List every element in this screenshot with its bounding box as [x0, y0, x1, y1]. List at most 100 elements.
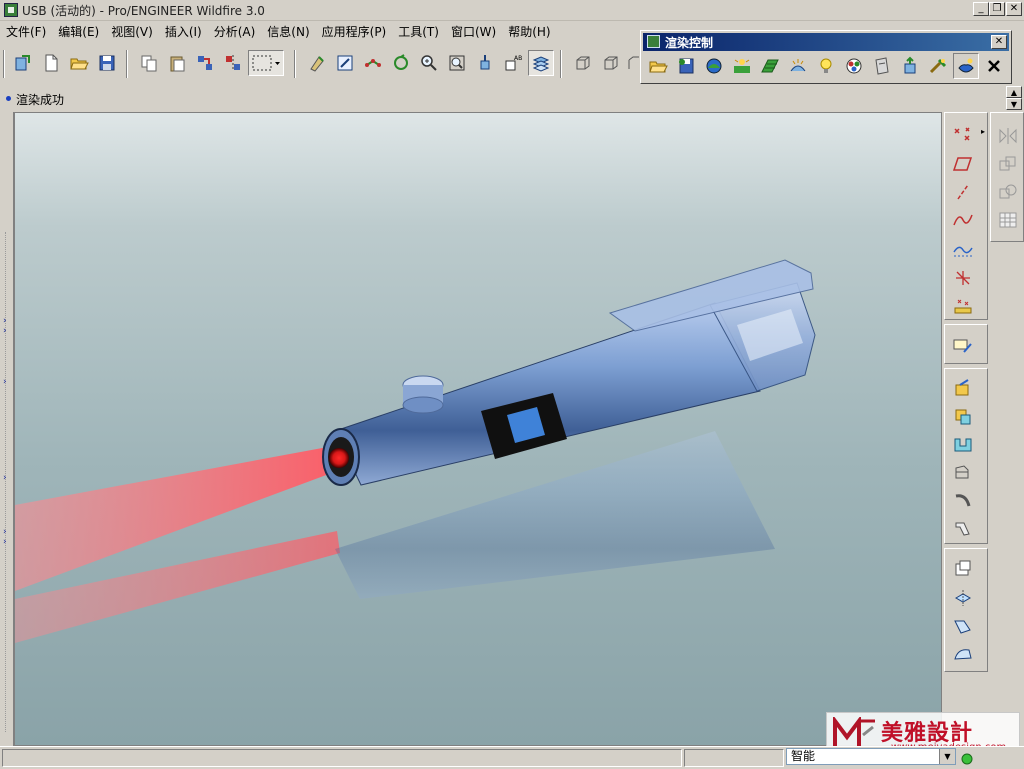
paste-special-button[interactable]	[192, 50, 218, 76]
revolve-button[interactable]	[949, 403, 977, 429]
wireframe-icon	[576, 56, 590, 70]
extrude-button[interactable]	[949, 375, 977, 401]
render-dialog-close-button[interactable]: ✕	[991, 35, 1007, 49]
new-file-button[interactable]	[38, 50, 64, 76]
room-icon	[706, 58, 722, 74]
mirror-feature-button[interactable]	[994, 123, 1022, 149]
expand-arrow-icon[interactable]: ›	[3, 327, 11, 336]
zoom-fit-button[interactable]	[444, 50, 470, 76]
close-window-button[interactable]: ✕	[1006, 2, 1022, 16]
datum-point-button[interactable]	[949, 121, 977, 147]
helical-sweep-button[interactable]	[949, 515, 977, 541]
minimize-button[interactable]: _	[973, 2, 989, 16]
sweep-button[interactable]	[949, 487, 977, 513]
datum-point-icon	[954, 127, 970, 141]
analysis-feature-button[interactable]	[949, 293, 977, 319]
message-scroll-down[interactable]: ▼	[1006, 98, 1022, 110]
expand-arrow-icon[interactable]: ›	[3, 317, 11, 326]
light-button[interactable]	[813, 53, 839, 79]
no-hidden-button[interactable]	[624, 50, 640, 76]
save-button[interactable]	[94, 50, 120, 76]
open-folder-icon	[70, 58, 89, 70]
coordinate-system-button[interactable]	[949, 265, 977, 291]
rib-button[interactable]	[949, 613, 977, 639]
datum-plane-button[interactable]	[949, 151, 977, 177]
table-button[interactable]	[994, 207, 1022, 233]
mirror-button[interactable]	[220, 50, 246, 76]
menu-file[interactable]: 文件(F)	[0, 21, 52, 43]
lights-button[interactable]	[729, 53, 755, 79]
spin-center-button[interactable]	[472, 50, 498, 76]
draft-button[interactable]	[949, 641, 977, 667]
sketch-button[interactable]	[949, 333, 977, 359]
shell-button[interactable]	[949, 585, 977, 611]
variable-sweep-button[interactable]	[949, 431, 977, 457]
expand-arrow-icon[interactable]: ›	[3, 378, 11, 387]
open-file-button[interactable]	[66, 50, 92, 76]
layer-button[interactable]	[528, 50, 554, 76]
graphics-window[interactable]	[14, 112, 942, 746]
datum-axis-button[interactable]	[949, 179, 977, 205]
view-manager-button[interactable]	[332, 50, 358, 76]
copy-feature-button[interactable]	[994, 179, 1022, 205]
select-box-dropdown[interactable]	[248, 50, 284, 76]
wireframe-button[interactable]	[570, 50, 596, 76]
menu-window[interactable]: 窗口(W)	[445, 21, 502, 43]
orient-button[interactable]	[388, 50, 414, 76]
menu-tools[interactable]: 工具(T)	[392, 21, 445, 43]
sketched-curve-button[interactable]	[949, 237, 977, 263]
toolbar-grip	[3, 50, 5, 78]
menu-view[interactable]: 视图(V)	[105, 21, 159, 43]
menu-help[interactable]: 帮助(H)	[502, 21, 556, 43]
datum-curve-button[interactable]	[949, 207, 977, 233]
window-title: USB (活动的) - Pro/ENGINEER Wildfire 3.0	[22, 4, 265, 18]
render-dialog-close-x[interactable]	[981, 53, 1007, 79]
expand-arrow-icon[interactable]: ›	[3, 538, 11, 547]
menu-analysis[interactable]: 分析(A)	[208, 21, 262, 43]
regenerate-button[interactable]	[10, 50, 36, 76]
paste-button[interactable]	[164, 50, 190, 76]
flyout-arrow-icon[interactable]: ▸	[981, 127, 985, 136]
room-editor-button[interactable]	[701, 53, 727, 79]
helical-sweep-icon	[955, 522, 970, 536]
render-control-title: 渲染控制	[665, 36, 714, 50]
effects-button[interactable]	[785, 53, 811, 79]
expand-arrow-icon[interactable]: ›	[3, 474, 11, 483]
no-hidden-icon	[628, 56, 639, 69]
zoom-in-button[interactable]	[416, 50, 442, 76]
menu-edit[interactable]: 编辑(E)	[52, 21, 105, 43]
render-save-button[interactable]	[673, 53, 699, 79]
pattern-button[interactable]	[994, 151, 1022, 177]
menu-bar: 文件(F) 编辑(E) 视图(V) 插入(I) 分析(A) 信息(N) 应用程序(P) 工具(…	[0, 21, 640, 43]
menu-applications[interactable]: 应用程序(P)	[316, 21, 393, 43]
menu-info[interactable]: 信息(N)	[261, 21, 315, 43]
expand-arrow-icon[interactable]: ›	[3, 528, 11, 537]
appearance-button[interactable]	[841, 53, 867, 79]
hole-button[interactable]	[949, 555, 977, 581]
copy-button[interactable]	[136, 50, 162, 76]
restore-button[interactable]: ❐	[989, 2, 1005, 16]
repaint-button[interactable]	[304, 50, 330, 76]
hidden-line-button[interactable]	[598, 50, 624, 76]
decal-button[interactable]	[869, 53, 895, 79]
render-tool-button[interactable]	[925, 53, 951, 79]
window-title-bar: USB (活动的) - Pro/ENGINEER Wildfire 3.0 _ …	[0, 0, 1024, 21]
render-setup-button[interactable]	[897, 53, 923, 79]
render-window-button[interactable]	[953, 53, 979, 79]
selection-filter-select[interactable]: 智能 ▼	[786, 748, 956, 765]
lights-icon	[734, 59, 750, 73]
render-control-title-bar[interactable]: 渲染控制 ✕	[643, 33, 1009, 51]
datum-display-button[interactable]	[360, 50, 386, 76]
menu-insert[interactable]: 插入(I)	[159, 21, 208, 43]
blend-button[interactable]	[949, 459, 977, 485]
render-open-button[interactable]	[645, 53, 671, 79]
scene-button[interactable]	[757, 53, 783, 79]
datum-axis-icon	[957, 184, 969, 200]
message-bullet	[6, 96, 11, 101]
render-window-icon	[958, 58, 974, 73]
navigator-strip[interactable]: › › › › › ›	[0, 112, 14, 746]
named-view-button[interactable]: AB	[500, 50, 526, 76]
selection-filter-value: 智能	[791, 749, 816, 763]
feature-toolbar: ▸	[944, 112, 990, 672]
message-scroll-up[interactable]: ▲	[1006, 86, 1022, 98]
